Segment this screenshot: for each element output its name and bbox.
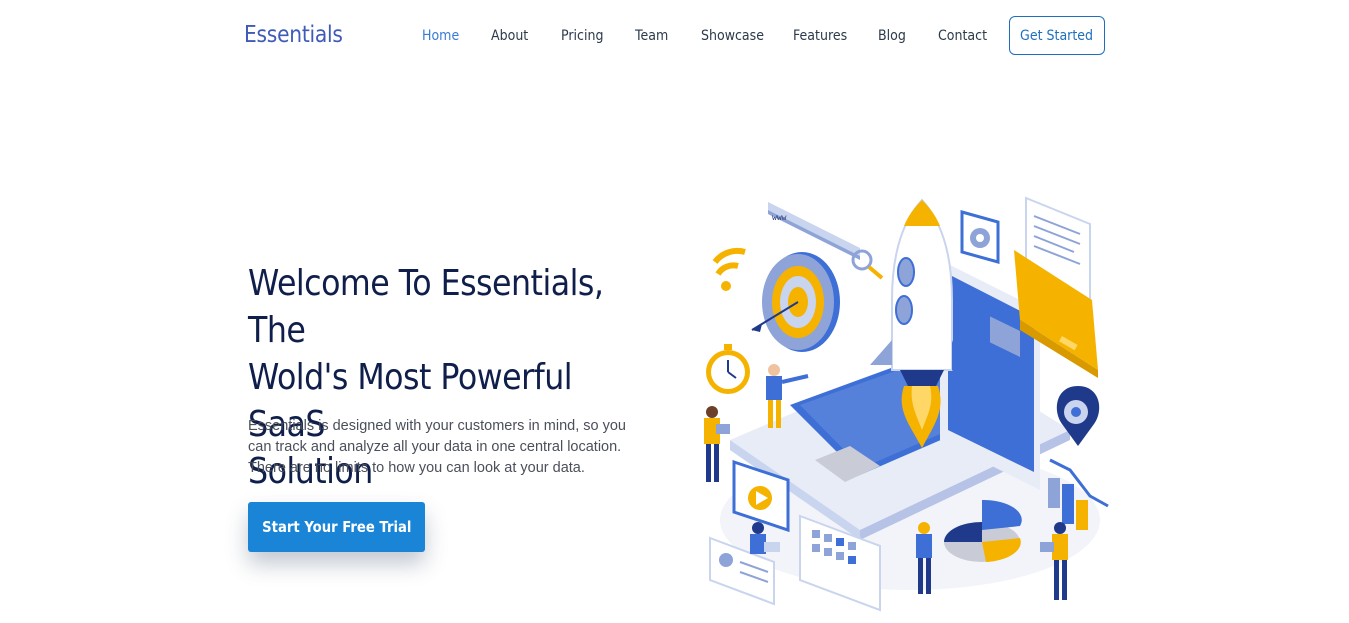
get-started-label: Get Started xyxy=(1020,27,1094,44)
nav-link-home[interactable]: Home xyxy=(422,28,459,44)
nav-link-features[interactable]: Features xyxy=(793,28,847,44)
nav-link-contact[interactable]: Contact xyxy=(938,28,987,44)
nav-link-pricing[interactable]: Pricing xyxy=(561,28,603,44)
hero-title-line: Welcome To Essentials, The xyxy=(248,263,604,351)
get-started-button[interactable]: Get Started xyxy=(1009,16,1105,55)
person-figure xyxy=(704,406,730,482)
svg-text:www: www xyxy=(772,213,787,222)
start-free-trial-label: Start Your Free Trial xyxy=(261,518,412,536)
site-header: Essentials Home About Pricing Team Showc… xyxy=(0,0,1349,74)
hero-description-line: Essentials is designed with your custome… xyxy=(248,418,626,434)
nav-link-about[interactable]: About xyxy=(491,28,528,44)
nav-link-blog[interactable]: Blog xyxy=(878,28,906,44)
hero-description-line: can track and analyze all your data in o… xyxy=(248,439,622,455)
target-icon xyxy=(751,252,840,352)
hero-description: Essentials is designed with your custome… xyxy=(248,416,658,479)
nav-link-showcase[interactable]: Showcase xyxy=(701,28,764,44)
stopwatch-icon xyxy=(706,344,750,394)
brand-logo[interactable]: Essentials xyxy=(244,22,343,48)
wifi-icon xyxy=(712,247,746,291)
hero-description-line: There are no limits to how you can look … xyxy=(248,460,585,476)
browser-bar-icon: www xyxy=(768,202,860,260)
start-free-trial-button[interactable]: Start Your Free Trial xyxy=(248,502,425,552)
hero-illustration: www xyxy=(704,196,1109,612)
nav-link-team[interactable]: Team xyxy=(635,28,668,44)
gear-icon xyxy=(960,210,1000,264)
